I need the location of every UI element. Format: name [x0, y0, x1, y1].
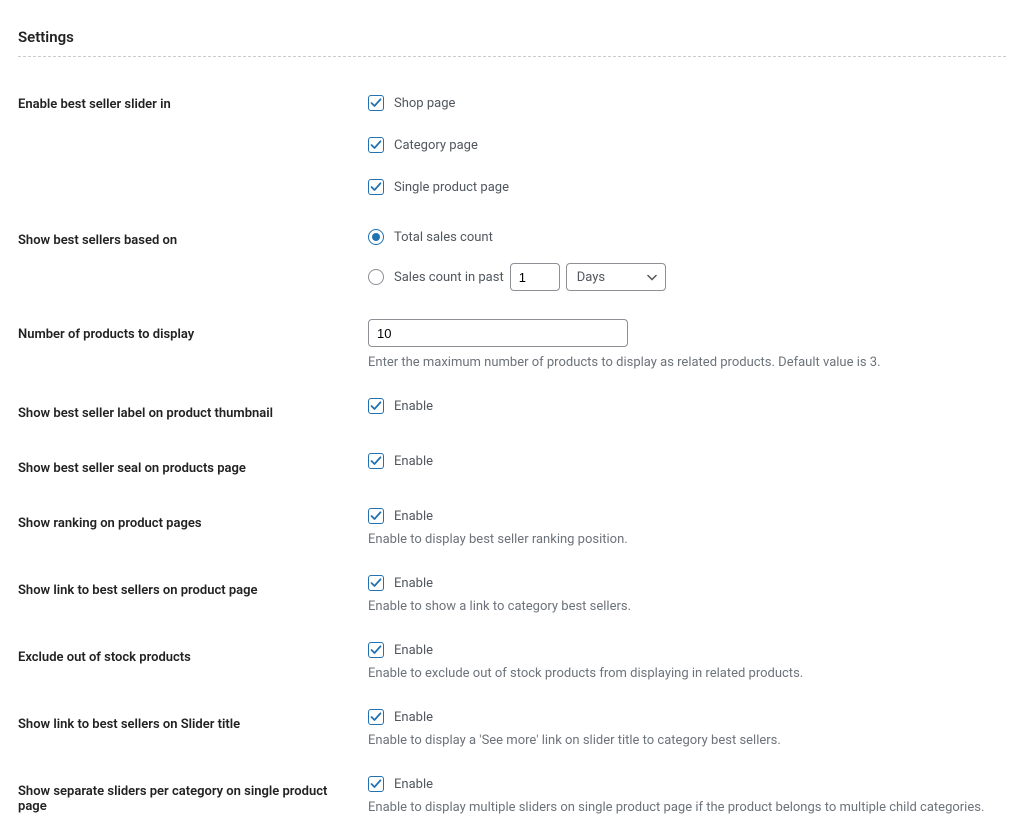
- divider: [18, 56, 1006, 57]
- checkbox-label: Category page: [394, 138, 478, 153]
- label-separate-sliders: Show separate sliders per category on si…: [18, 764, 368, 834]
- checkbox-link-product[interactable]: [368, 575, 384, 591]
- label-link-slider-title: Show link to best sellers on Slider titl…: [18, 697, 368, 764]
- help-text: Enable to display multiple sliders on si…: [368, 792, 1006, 819]
- chevron-down-icon: [647, 270, 657, 285]
- checkbox-label: Enable: [394, 777, 433, 792]
- radio-total-sales[interactable]: [368, 229, 384, 245]
- checkbox-label: Enable: [394, 643, 433, 658]
- label-num-products: Number of products to display: [18, 307, 368, 386]
- check-icon: [370, 644, 382, 656]
- checkbox-label: Enable: [394, 576, 433, 591]
- time-unit-select[interactable]: Days: [566, 263, 666, 291]
- num-products-input[interactable]: [368, 319, 628, 347]
- checkbox-exclude-oos[interactable]: [368, 642, 384, 658]
- page-title: Settings: [18, 0, 1006, 56]
- checkbox-label: Enable: [394, 454, 433, 469]
- checkbox-single-product-page[interactable]: [368, 179, 384, 195]
- checkbox-seal-page[interactable]: [368, 453, 384, 469]
- check-icon: [370, 711, 382, 723]
- checkbox-shop-page[interactable]: [368, 95, 384, 111]
- check-icon: [370, 181, 382, 193]
- check-icon: [370, 400, 382, 412]
- past-count-input[interactable]: [510, 263, 560, 291]
- checkbox-label: Enable: [394, 710, 433, 725]
- checkbox-ranking[interactable]: [368, 508, 384, 524]
- radio-label: Total sales count: [394, 230, 493, 245]
- check-icon: [370, 139, 382, 151]
- checkbox-label-thumb[interactable]: [368, 398, 384, 414]
- check-icon: [370, 778, 382, 790]
- checkbox-label: Enable: [394, 399, 433, 414]
- help-text: Enable to display a 'See more' link on s…: [368, 725, 1006, 752]
- check-icon: [370, 510, 382, 522]
- check-icon: [370, 577, 382, 589]
- checkbox-label: Single product page: [394, 180, 509, 195]
- radio-sales-past[interactable]: [368, 269, 384, 285]
- select-value: Days: [577, 270, 605, 285]
- label-enable-slider: Enable best seller slider in: [18, 77, 368, 213]
- label-link-product: Show link to best sellers on product pag…: [18, 563, 368, 630]
- label-based-on: Show best sellers based on: [18, 213, 368, 307]
- checkbox-separate-sliders[interactable]: [368, 776, 384, 792]
- help-text: Enable to exclude out of stock products …: [368, 658, 1006, 685]
- label-exclude-oos: Exclude out of stock products: [18, 630, 368, 697]
- label-ranking: Show ranking on product pages: [18, 496, 368, 563]
- checkbox-label: Enable: [394, 509, 433, 524]
- checkbox-label: Shop page: [394, 96, 455, 111]
- check-icon: [370, 97, 382, 109]
- help-text: Enable to display best seller ranking po…: [368, 524, 1006, 551]
- help-text: Enable to show a link to category best s…: [368, 591, 1006, 618]
- checkbox-category-page[interactable]: [368, 137, 384, 153]
- check-icon: [370, 455, 382, 467]
- help-text: Enter the maximum number of products to …: [368, 347, 1006, 374]
- checkbox-link-slider-title[interactable]: [368, 709, 384, 725]
- label-seal-page: Show best seller seal on products page: [18, 441, 368, 496]
- radio-label: Sales count in past: [394, 270, 504, 285]
- label-label-thumb: Show best seller label on product thumbn…: [18, 386, 368, 441]
